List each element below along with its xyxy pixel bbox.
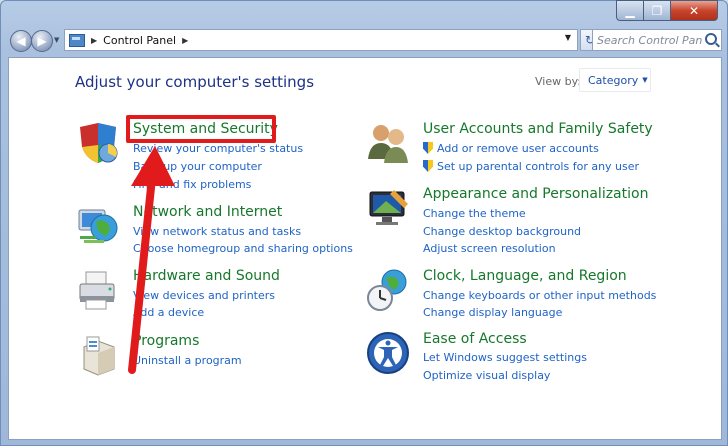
- address-dropdown-icon[interactable]: ▼: [565, 33, 571, 42]
- minimize-icon: ▁: [625, 3, 635, 18]
- close-button[interactable]: ✕: [671, 0, 718, 21]
- search-input[interactable]: [597, 33, 703, 47]
- recent-pages-dropdown[interactable]: ▼: [54, 36, 59, 44]
- annotation-arrow-icon: [128, 146, 175, 374]
- caption-buttons: ▁ ❐ ✕: [616, 0, 718, 21]
- close-icon: ✕: [688, 3, 700, 18]
- maximize-icon: ❐: [651, 3, 663, 18]
- search-icon[interactable]: [705, 33, 717, 45]
- breadcrumb-chevron-icon[interactable]: ▶: [182, 36, 188, 45]
- forward-arrow-icon: ▶: [37, 34, 47, 48]
- address-bar[interactable]: ▶ Control Panel ▶ ▼: [64, 29, 578, 51]
- breadcrumb-chevron-icon[interactable]: ▶: [91, 36, 97, 45]
- control-panel-icon: [69, 33, 85, 47]
- main-content: Adjust your computer's settings View by:…: [8, 57, 722, 440]
- control-panel-window: ▁ ❐ ✕ ◀ ▶ ▼ ▶ Control Panel ▶ ▼ ↻ Adjust…: [0, 0, 728, 446]
- maximize-button[interactable]: ❐: [644, 0, 671, 21]
- breadcrumb-control-panel[interactable]: Control Panel: [103, 34, 176, 47]
- navigation-bar: ◀ ▶ ▼ ▶ Control Panel ▶ ▼ ↻: [8, 27, 722, 53]
- minimize-button[interactable]: ▁: [616, 0, 644, 21]
- back-button[interactable]: ◀: [10, 30, 32, 52]
- search-box[interactable]: [592, 29, 722, 51]
- back-arrow-icon: ◀: [16, 34, 26, 48]
- forward-button[interactable]: ▶: [31, 30, 53, 52]
